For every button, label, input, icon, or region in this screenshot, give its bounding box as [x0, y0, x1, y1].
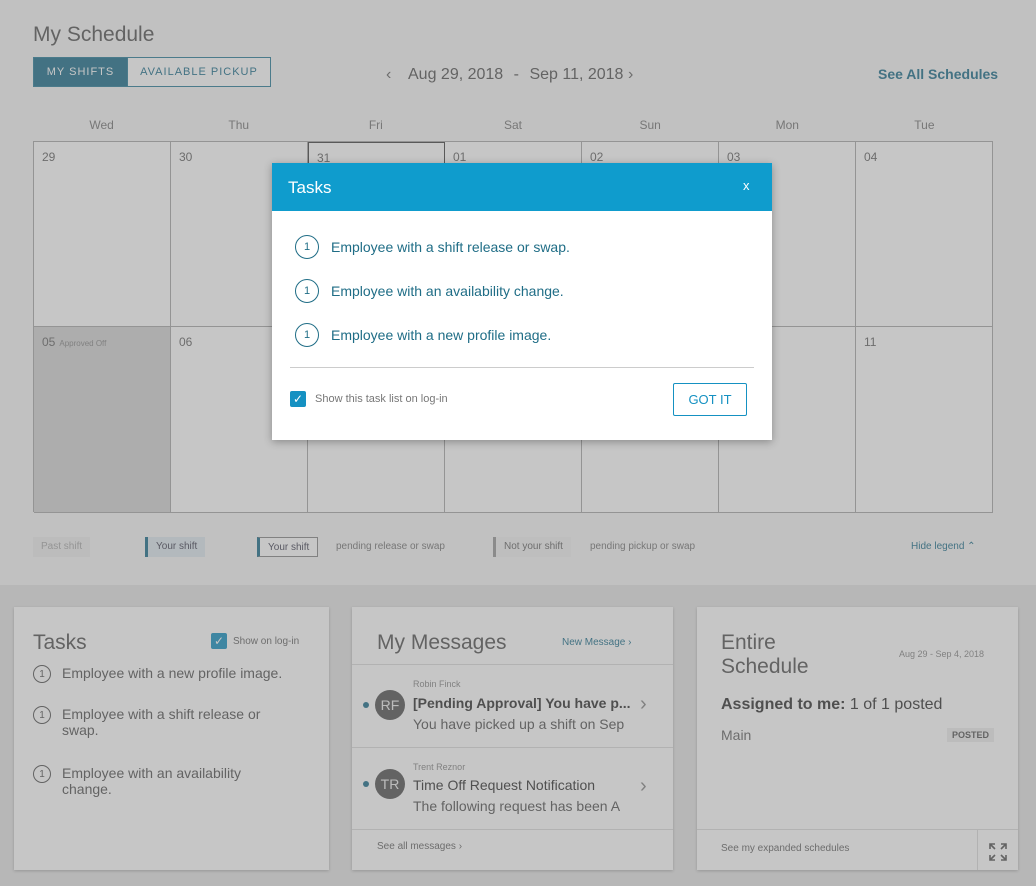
modal-task-item[interactable]: 1 Employee with an availability change. — [295, 279, 564, 303]
tasks-modal: Tasks x 1 Employee with a shift release … — [272, 163, 772, 440]
task-count-badge: 1 — [295, 235, 319, 259]
modal-backdrop[interactable] — [0, 0, 1036, 886]
modal-divider — [290, 367, 754, 368]
got-it-button[interactable]: GOT IT — [673, 383, 747, 416]
show-task-list-toggle[interactable]: ✓ Show this task list on log-in — [290, 391, 448, 407]
task-count-badge: 1 — [295, 323, 319, 347]
checkbox-checked-icon: ✓ — [290, 391, 306, 407]
task-text: Employee with a shift release or swap. — [331, 239, 570, 255]
show-task-list-label: Show this task list on log-in — [315, 393, 448, 405]
close-icon[interactable]: x — [743, 178, 750, 193]
task-count-badge: 1 — [295, 279, 319, 303]
task-text: Employee with a new profile image. — [331, 327, 552, 343]
task-text: Employee with an availability change. — [331, 283, 564, 299]
modal-task-item[interactable]: 1 Employee with a shift release or swap. — [295, 235, 570, 259]
modal-title: Tasks — [288, 178, 332, 197]
modal-header: Tasks x — [272, 163, 772, 211]
modal-task-item[interactable]: 1 Employee with a new profile image. — [295, 323, 551, 347]
